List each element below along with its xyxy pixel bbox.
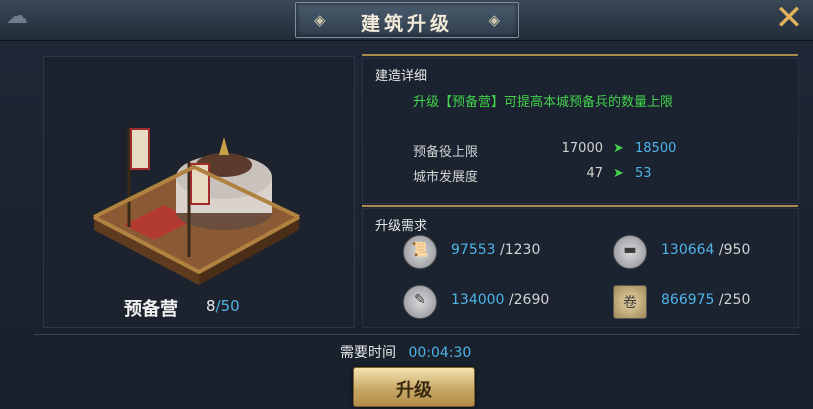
requirement-item: 📜 97553 /1230 xyxy=(403,235,593,269)
arrow-right-icon: ➤ xyxy=(613,166,624,181)
building-level: 8/50 xyxy=(206,297,240,315)
requirement-need: /950 xyxy=(718,242,751,258)
requirement-value: 134000 /2690 xyxy=(451,292,549,308)
details-title: 建造详细 xyxy=(375,69,428,84)
upgrade-button-label: 升级 xyxy=(396,380,432,401)
edict-icon: 卷 xyxy=(613,285,647,319)
ingot-icon: ▬ xyxy=(613,235,647,269)
stat-new-value: 18500 xyxy=(635,141,677,156)
requirements-title: 升级需求 xyxy=(375,219,428,234)
details-section: 建造详细 升级【预备营】可提高本城预备兵的数量上限 预备役上限 17000 ➤ … xyxy=(362,58,799,204)
arrow-right-icon: ➤ xyxy=(613,141,624,156)
requirement-have: 97553 xyxy=(451,242,496,258)
building-name: 预备营 xyxy=(124,299,178,320)
requirement-need: /1230 xyxy=(500,242,541,258)
building-card: 预备营 8/50 xyxy=(43,56,355,328)
time-label: 需要时间 xyxy=(340,345,396,361)
upgrade-description: 升级【预备营】可提高本城预备兵的数量上限 xyxy=(413,95,674,110)
stat-row-development: 城市发展度 47 ➤ 53 xyxy=(413,166,713,186)
time-value: 00:04:30 xyxy=(408,345,472,361)
close-icon: ✕ xyxy=(774,0,804,38)
feather-icon: ✎ xyxy=(403,285,437,319)
requirements-section: 升级需求 📜 97553 /1230 ▬ 130664 /950 ✎ 13400… xyxy=(362,208,799,328)
requirement-value: 866975 /250 xyxy=(661,292,750,308)
level-max: 50 xyxy=(220,297,240,315)
close-button[interactable]: ✕ xyxy=(769,0,809,40)
cloud-ornament-icon: ☁ xyxy=(6,4,28,29)
requirement-have: 866975 xyxy=(661,292,715,308)
stat-row-reserve: 预备役上限 17000 ➤ 18500 xyxy=(413,141,713,161)
scroll-icon: 📜 xyxy=(403,235,437,269)
bottom-divider xyxy=(34,334,799,335)
requirement-have: 134000 xyxy=(451,292,505,308)
level-current: 8 xyxy=(206,297,216,315)
gold-divider xyxy=(362,54,798,56)
requirement-item: ▬ 130664 /950 xyxy=(613,235,803,269)
stat-new-value: 53 xyxy=(635,166,652,181)
barracks-building-icon xyxy=(91,127,302,285)
stat-name: 预备役上限 xyxy=(413,145,479,160)
dialog-title: 建筑升级 xyxy=(360,13,453,35)
requirement-have: 130664 xyxy=(661,242,715,258)
requirement-item: 卷 866975 /250 xyxy=(613,285,803,319)
requirement-need: /250 xyxy=(718,292,751,308)
requirement-need: /2690 xyxy=(508,292,550,308)
requirement-value: 97553 /1230 xyxy=(451,242,540,258)
right-ornament-icon: ◈ xyxy=(488,11,500,29)
upgrade-dialog: ☁ ◈ 建筑升级 ◈ ✕ 预备营 8/50 建造详细 升级【预备营】可提高本城预… xyxy=(0,0,813,409)
stat-name: 城市发展度 xyxy=(413,170,479,185)
stat-old-value: 47 xyxy=(586,166,603,181)
title-plate: ◈ 建筑升级 ◈ xyxy=(295,2,519,38)
requirement-item: ✎ 134000 /2690 xyxy=(403,285,593,319)
upgrade-button[interactable]: 升级 xyxy=(353,367,475,407)
title-bar: ☁ ◈ 建筑升级 ◈ ✕ xyxy=(0,0,813,41)
gold-divider xyxy=(362,205,798,207)
time-row: 需要时间 00:04:30 xyxy=(340,342,471,362)
stat-old-value: 17000 xyxy=(561,141,603,156)
requirement-value: 130664 /950 xyxy=(661,242,750,258)
